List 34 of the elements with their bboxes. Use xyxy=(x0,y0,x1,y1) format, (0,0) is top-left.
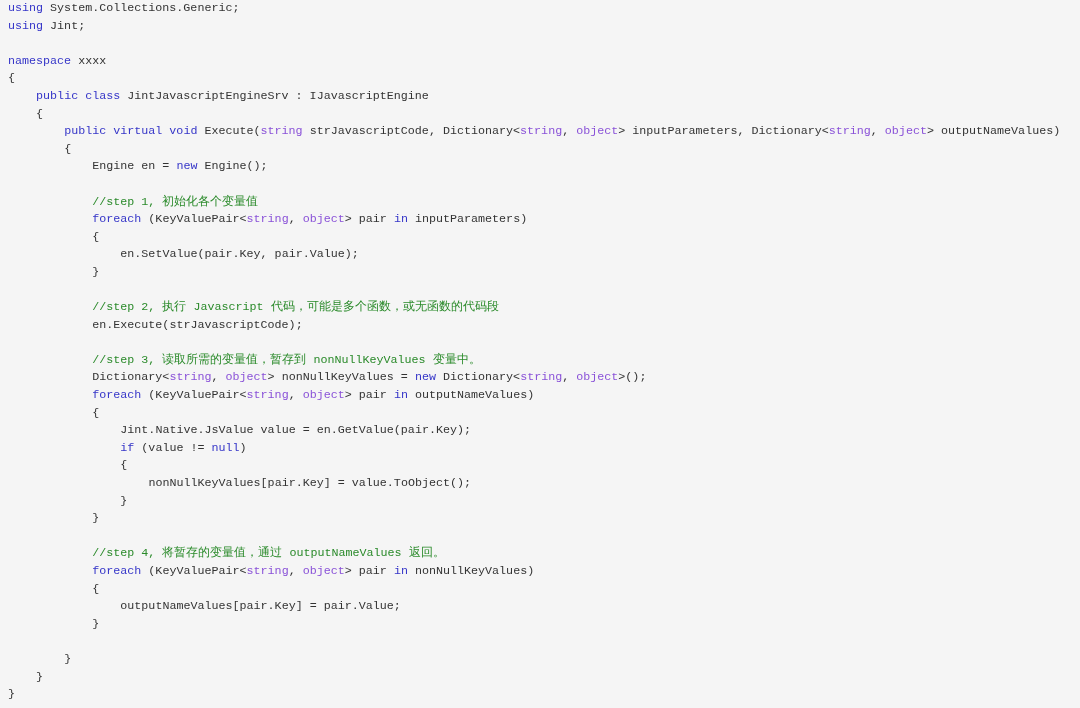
code-line: { xyxy=(120,458,128,473)
code-line: if (value != null) xyxy=(120,440,247,455)
code-line: } xyxy=(64,651,72,666)
code-line: namespace xxxx xyxy=(8,53,107,68)
code-line: { xyxy=(92,405,100,420)
code-line: nonNullKeyValues[pair.Key] = value.ToObject(); xyxy=(148,476,472,491)
code-line: Engine en = new Engine(); xyxy=(92,159,268,174)
code-line: { xyxy=(36,106,44,121)
code-line: Dictionary<string, object> nonNullKeyValues = new Dictionary<string, object>(); xyxy=(92,370,647,385)
code-line: public virtual void Execute(string strJavascriptCode, Dictionary<string, object> inputParameters, Dictionary<string, object> outputNameValues) xyxy=(64,124,1061,139)
code-line: { xyxy=(92,581,100,596)
code-line: } xyxy=(8,687,15,702)
code-line: en.Execute(strJavascriptCode); xyxy=(92,317,303,332)
code-line: } xyxy=(92,511,100,526)
code-line: en.SetValue(pair.Key, pair.Value); xyxy=(120,247,359,262)
code-line: foreach (KeyValuePair<string, object> pair in inputParameters) xyxy=(92,212,528,227)
code-line: } xyxy=(92,616,100,631)
code-line: Jint.Native.JsValue value = en.GetValue(pair.Key); xyxy=(120,423,471,438)
code-line: } xyxy=(92,264,100,279)
code-line: { xyxy=(64,141,72,156)
code-line: //step 1, 初始化各个变量值 xyxy=(92,194,259,209)
code-line: //step 3, 读取所需的变量值，暂存到 nonNullKeyValues 变量中。 xyxy=(92,352,481,367)
code-line: //step 4, 将暂存的变量值，通过 outputNameValues 返回。 xyxy=(92,546,445,561)
code-line: { xyxy=(92,229,100,244)
code-line: outputNameValues[pair.Key] = pair.Value; xyxy=(120,599,401,614)
code-line: foreach (KeyValuePair<string, object> pair in outputNameValues) xyxy=(92,388,535,403)
code-line: //step 2, 执行 Javascript 代码，可能是多个函数，或无函数的代码段 xyxy=(92,300,499,315)
code-line: foreach (KeyValuePair<string, object> pair in nonNullKeyValues) xyxy=(92,564,535,578)
code-line: } xyxy=(36,669,44,684)
code-line: using System.Collections.Generic; xyxy=(8,1,240,15)
code-line: { xyxy=(8,71,15,86)
code-line: public class JintJavascriptEngineSrv : IJavascriptEngine xyxy=(36,88,429,103)
code-line: } xyxy=(120,493,128,508)
code-line: using Jint; xyxy=(8,18,86,33)
